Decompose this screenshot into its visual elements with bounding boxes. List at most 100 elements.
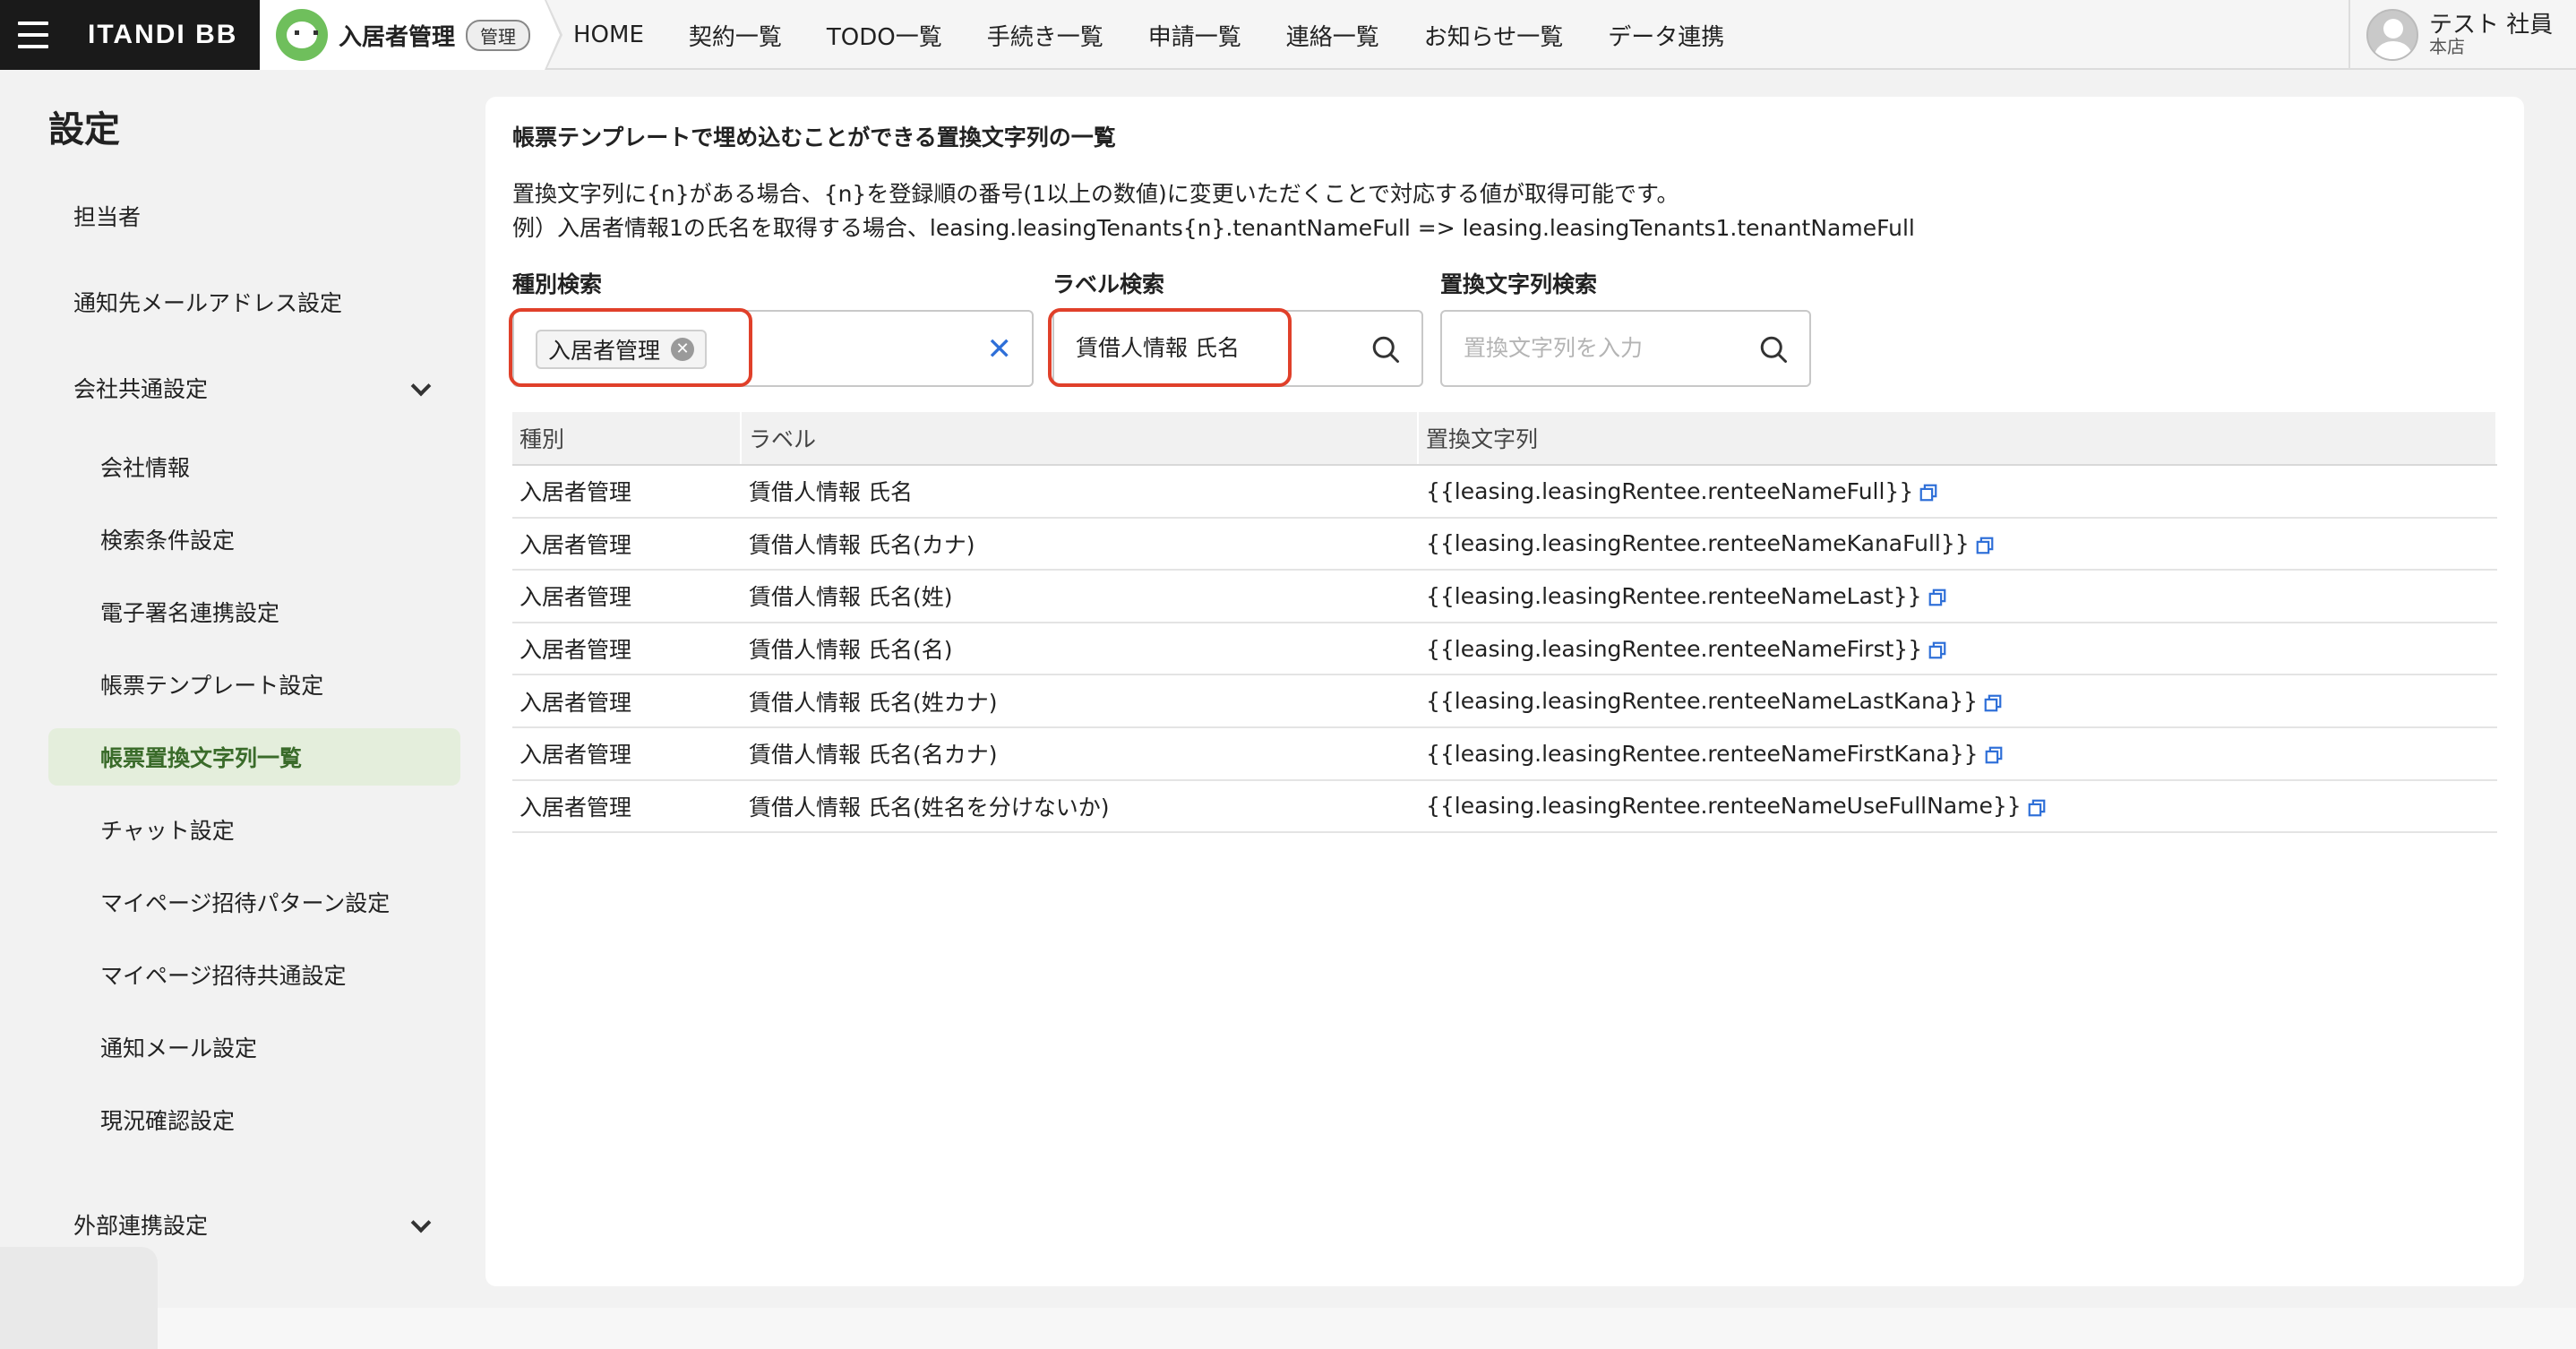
sidebar-item-notify-mail[interactable]: 通知メール設定 bbox=[48, 1018, 460, 1076]
sidebar-item-staff[interactable]: 担当者 bbox=[48, 187, 460, 245]
nav-home[interactable]: HOME bbox=[573, 21, 644, 48]
table-row: 入居者管理 賃借人情報 氏名(カナ) {{leasing.leasingRentee… bbox=[512, 519, 2497, 571]
type-filter-label: 種別検索 bbox=[512, 271, 603, 297]
copy-icon[interactable] bbox=[1984, 745, 2004, 765]
description-line-1: 置換文字列に{n}がある場合、{n}を登録順の番号(1以上の数値)に変更いただく… bbox=[512, 181, 1679, 207]
highlight-box bbox=[509, 308, 752, 387]
global-nav: HOME 契約一覧 TODO一覧 手続き一覧 申請一覧 連絡一覧 お知らせ一覧 … bbox=[573, 0, 1724, 70]
replace-string: {{leasing.leasingRentee.renteeNameUseFul… bbox=[1426, 793, 2022, 820]
replace-string: {{leasing.leasingRentee.renteeNameFirstK… bbox=[1426, 740, 1979, 767]
column-header-type: 種別 bbox=[512, 412, 742, 464]
clear-icon[interactable]: ✕ bbox=[987, 331, 1013, 367]
footer-band bbox=[158, 1308, 2576, 1349]
cell-type: 入居者管理 bbox=[519, 479, 632, 506]
string-filter-label: 置換文字列検索 bbox=[1440, 271, 1598, 297]
user-name: テスト 社員 bbox=[2429, 11, 2554, 39]
mascot-icon bbox=[276, 9, 328, 61]
replace-string: {{leasing.leasingRentee.renteeNameFull}} bbox=[1426, 477, 1914, 504]
sidebar-item-e-signature[interactable]: 電子署名連携設定 bbox=[48, 583, 460, 640]
sidebar-item-label: 通知先メールアドレス設定 bbox=[73, 290, 343, 316]
nav-todo[interactable]: TODO一覧 bbox=[827, 19, 942, 52]
sidebar-item-label: 検索条件設定 bbox=[100, 528, 236, 554]
cell-type: 入居者管理 bbox=[519, 742, 632, 769]
cell-label: 賃借人情報 氏名 bbox=[749, 479, 913, 506]
app-name: 入居者管理 bbox=[339, 23, 456, 51]
table-header: 種別 ラベル 置換文字列 bbox=[512, 412, 2497, 466]
page-title: 設定 bbox=[48, 109, 120, 150]
avatar bbox=[2366, 9, 2418, 61]
sidebar-item-company-common[interactable]: 会社共通設定 bbox=[48, 359, 460, 417]
column-header-string: 置換文字列 bbox=[1419, 412, 2497, 464]
nav-data-link[interactable]: データ連携 bbox=[1608, 19, 1724, 52]
sidebar-item-label: チャット設定 bbox=[100, 818, 235, 844]
replace-string: {{leasing.leasingRentee.renteeNameLast}} bbox=[1426, 582, 1922, 609]
nav-contracts[interactable]: 契約一覧 bbox=[689, 19, 782, 52]
sidebar-item-mypage-common[interactable]: マイページ招待共通設定 bbox=[48, 946, 460, 1003]
nav-notices[interactable]: お知らせ一覧 bbox=[1424, 19, 1563, 52]
cell-string: {{leasing.leasingRentee.renteeNameFirstK… bbox=[1419, 728, 2497, 779]
cell-label: 賃借人情報 氏名(名) bbox=[749, 637, 953, 664]
table-row: 入居者管理 賃借人情報 氏名 {{leasing.leasingRentee.ren… bbox=[512, 466, 2497, 519]
sidebar-item-label: 電子署名連携設定 bbox=[100, 600, 280, 626]
chevron-down-icon bbox=[410, 1212, 432, 1233]
sidebar-item-search-conditions[interactable]: 検索条件設定 bbox=[48, 511, 460, 568]
user-store: 本店 bbox=[2429, 36, 2465, 58]
sidebar-item-company-info[interactable]: 会社情報 bbox=[48, 438, 460, 495]
copy-icon[interactable] bbox=[1975, 536, 1995, 555]
app-badge: 管理 bbox=[466, 19, 531, 51]
cell-type: 入居者管理 bbox=[519, 689, 632, 716]
cell-label: 賃借人情報 氏名(姓カナ) bbox=[749, 689, 998, 716]
sidebar-item-label: 通知メール設定 bbox=[100, 1035, 258, 1061]
cell-label: 賃借人情報 氏名(姓名を分けないか) bbox=[749, 794, 1110, 821]
copy-icon[interactable] bbox=[1919, 483, 1938, 503]
sidebar-item-external-link[interactable]: 外部連携設定 bbox=[48, 1196, 460, 1253]
sidebar-item-chat[interactable]: チャット設定 bbox=[48, 801, 460, 858]
results-table: 種別 ラベル 置換文字列 入居者管理 賃借人情報 氏名 {{leasing.leas… bbox=[512, 412, 2497, 834]
cell-string: {{leasing.leasingRentee.renteeNameFull}} bbox=[1419, 466, 2497, 517]
nav-contacts[interactable]: 連絡一覧 bbox=[1286, 19, 1379, 52]
sidebar-item-label: 現況確認設定 bbox=[100, 1108, 236, 1134]
replace-string: {{leasing.leasingRentee.renteeNameLastKa… bbox=[1426, 688, 1979, 715]
column-header-label: ラベル bbox=[742, 412, 1419, 464]
cell-string: {{leasing.leasingRentee.renteeNameLastKa… bbox=[1419, 675, 2497, 726]
sidebar-item-status-check[interactable]: 現況確認設定 bbox=[48, 1091, 460, 1148]
sidebar-item-label: 外部連携設定 bbox=[73, 1213, 209, 1239]
string-search-input[interactable] bbox=[1464, 312, 1750, 385]
sidebar-item-label: 帳票置換文字列一覧 bbox=[100, 745, 303, 771]
cell-string: {{leasing.leasingRentee.renteeNameLast}} bbox=[1419, 571, 2497, 622]
replace-string: {{leasing.leasingRentee.renteeNameKanaFu… bbox=[1426, 530, 1970, 557]
cell-string: {{leasing.leasingRentee.renteeNameFirst}… bbox=[1419, 623, 2497, 674]
sidebar-item-label: 帳票テンプレート設定 bbox=[100, 673, 324, 699]
label-filter-label: ラベル検索 bbox=[1052, 271, 1165, 297]
sidebar-item-notify-email[interactable]: 通知先メールアドレス設定 bbox=[48, 273, 460, 331]
search-icon[interactable] bbox=[1757, 333, 1790, 365]
sidebar-item-label: 会社共通設定 bbox=[73, 376, 209, 402]
sidebar-item-form-template[interactable]: 帳票テンプレート設定 bbox=[48, 656, 460, 713]
replace-string: {{leasing.leasingRentee.renteeNameFirst}… bbox=[1426, 635, 1923, 662]
cell-label: 賃借人情報 氏名(名カナ) bbox=[749, 742, 998, 769]
brand-logo[interactable]: ITANDI BB bbox=[66, 0, 260, 70]
cell-type: 入居者管理 bbox=[519, 531, 632, 558]
copy-icon[interactable] bbox=[1983, 693, 2003, 713]
sidebar-item-label: マイページ招待パターン設定 bbox=[100, 890, 391, 916]
table-body: 入居者管理 賃借人情報 氏名 {{leasing.leasingRentee.ren… bbox=[512, 466, 2497, 834]
nav-applications[interactable]: 申請一覧 bbox=[1148, 19, 1241, 52]
corner-tab bbox=[0, 1247, 158, 1349]
chevron-down-icon bbox=[410, 375, 432, 397]
copy-icon[interactable] bbox=[1928, 588, 1947, 607]
copy-icon[interactable] bbox=[2027, 798, 2047, 818]
description-line-2: 例）入居者情報1の氏名を取得する場合、leasing.leasingTenant… bbox=[512, 215, 1915, 241]
settings-sidebar: 設定 担当者 通知先メールアドレス設定 会社共通設定 会社情報 検索条件設定 電… bbox=[0, 72, 484, 1349]
sidebar-item-mypage-pattern[interactable]: マイページ招待パターン設定 bbox=[48, 873, 460, 931]
search-icon[interactable] bbox=[1370, 333, 1402, 365]
menu-icon[interactable] bbox=[0, 0, 66, 70]
sidebar-item-label: 担当者 bbox=[73, 204, 142, 230]
string-search-field[interactable] bbox=[1440, 310, 1811, 387]
nav-procedures[interactable]: 手続き一覧 bbox=[987, 19, 1103, 52]
cell-type: 入居者管理 bbox=[519, 637, 632, 664]
app-switcher[interactable]: 入居者管理 管理 bbox=[260, 0, 562, 70]
copy-icon[interactable] bbox=[1928, 640, 1947, 660]
cell-label: 賃借人情報 氏名(カナ) bbox=[749, 531, 975, 558]
sidebar-item-replace-strings[interactable]: 帳票置換文字列一覧 bbox=[48, 728, 460, 786]
user-menu[interactable]: テスト 社員 本店 bbox=[2348, 0, 2576, 70]
